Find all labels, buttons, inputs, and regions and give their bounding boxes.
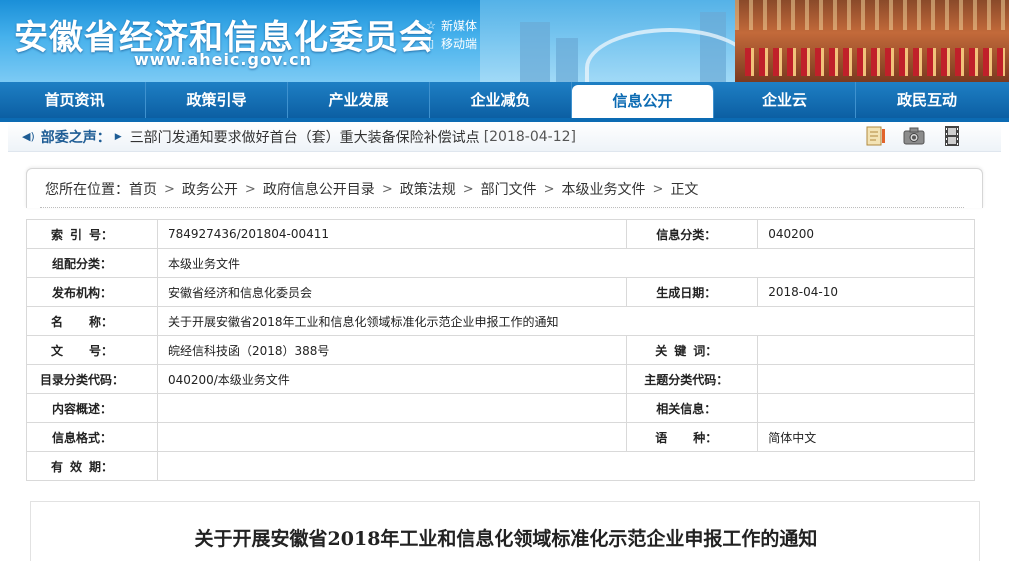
info-value-related [757,393,975,423]
nav-item-home[interactable]: 首页资讯 [4,82,146,118]
breadcrumb-dept-docs[interactable]: 部门文件 [481,179,537,199]
mobile-label: 移动端 [441,37,478,51]
star-icon: ☆ [426,19,436,32]
chevron-right-icon: > [244,181,256,197]
info-key-index: 索引号： [26,219,158,249]
site-header: 安徽省经济和信息化委员会 www.aheic.gov.cn ☆ 新媒体 ▯ 移动… [0,0,1009,82]
media-tools [863,124,965,148]
breadcrumb-regulations[interactable]: 政策法规 [400,179,456,199]
speaker-icon: ◀) [22,130,35,143]
info-value-gen-date: 2018-04-10 [757,277,975,307]
breadcrumb-current: 正文 [670,182,699,198]
nav-item-interaction[interactable]: 政民互动 [856,82,998,118]
info-value-keyword [757,335,975,365]
breadcrumb-home[interactable]: 首页 [129,179,157,199]
breadcrumb-catalog[interactable]: 政府信息公开目录 [263,179,375,199]
table-row: 信息格式： 语种： 简体中文 [26,422,975,452]
chevron-right-icon: > [164,181,175,197]
breadcrumb: 您所在位置： 首页 > 政务公开 > 政府信息公开目录 > 政策法规 > 部门文… [45,179,698,199]
info-value-catalog: 040200/本级业务文件 [156,364,628,394]
ticker-date: [2018-04-12] [483,128,576,145]
info-key-name: 名称： [26,306,158,336]
building-shape [556,38,578,82]
site-url[interactable]: www.aheic.gov.cn [134,50,312,69]
info-key-publisher: 发布机构： [26,277,158,307]
nav-item-policy[interactable]: 政策引导 [146,82,288,118]
camera-icon[interactable] [901,124,927,148]
table-row: 文号： 皖经信科技函（2018）388号 关键词： [26,335,975,365]
chevron-right-icon: > [543,181,555,197]
info-key-language: 语种： [626,422,759,452]
breadcrumb-prefix: 您所在位置： [45,182,129,198]
info-value-summary [156,393,628,423]
mobile-icon: ▯ [427,37,435,50]
info-key-topic: 主题分类代码： [626,364,759,394]
table-row: 名称： 关于开展安徽省2018年工业和信息化领域标准化示范企业申报工作的通知 [26,306,976,336]
info-value-topic [757,364,975,394]
ticker-news-link[interactable]: 三部门发通知要求做好首台（套）重大装备保险补偿试点 [130,127,480,147]
ticker-label: 部委之声： [40,129,111,146]
info-key-category: 信息分类： [626,219,759,249]
nav-item-industry[interactable]: 产业发展 [288,82,430,118]
info-key-group: 组配分类： [26,248,158,278]
table-row: 组配分类： 本级业务文件 [26,248,976,278]
info-value-group: 本级业务文件 [156,248,976,278]
ministry-ticker: ◀) 部委之声： ▶ 三部门发通知要求做好首台（套）重大装备保险补偿试点 [20… [8,122,1001,152]
info-value-docno: 皖经信科技函（2018）388号 [156,335,628,365]
nav-item-cloud[interactable]: 企业云 [714,82,856,118]
info-key-summary: 内容概述： [26,393,158,423]
table-row: 发布机构： 安徽省经济和信息化委员会 生成日期： 2018-04-10 [26,277,975,307]
new-media-link[interactable]: ☆ 新媒体 [425,17,477,34]
chevron-right-icon: > [462,181,474,197]
info-key-keyword: 关键词： [626,335,759,365]
info-key-catalog: 目录分类代码： [26,364,158,394]
breadcrumb-gov-affairs[interactable]: 政务公开 [182,179,238,199]
article-title: 关于开展安徽省2018年工业和信息化领域标准化示范企业申报工作的通知 [194,528,818,550]
info-key-format: 信息格式： [26,422,158,452]
info-value-category: 040200 [757,219,975,249]
chevron-right-icon: > [652,181,664,197]
info-value-language: 简体中文 [757,422,975,452]
info-key-docno: 文号： [26,335,158,365]
table-row: 有效期： [26,451,976,481]
info-value-name: 关于开展安徽省2018年工业和信息化领域标准化示范企业申报工作的通知 [156,306,976,336]
mobile-link[interactable]: ▯ 移动端 [425,35,477,52]
info-key-related: 相关信息： [626,393,759,423]
new-media-label: 新媒体 [441,19,478,33]
breadcrumb-divider [40,207,964,208]
table-row: 内容概述： 相关信息： [26,393,975,423]
breadcrumb-local-docs[interactable]: 本级业务文件 [562,179,646,199]
note-icon[interactable] [863,124,889,148]
main-nav: 首页资讯 政策引导 产业发展 企业减负 信息公开 企业云 政民互动 [0,82,1009,118]
info-key-validity: 有效期： [26,451,158,481]
building-shape [520,22,550,82]
info-key-gen-date: 生成日期： [626,277,759,307]
breadcrumb-box: 您所在位置： 首页 > 政务公开 > 政府信息公开目录 > 政策法规 > 部门文… [26,168,983,208]
nav-item-info-public[interactable]: 信息公开 [572,85,714,118]
info-value-format [156,422,628,452]
arrow-right-icon: ▶ [114,131,122,142]
info-value-index: 784927436/201804-00411 [156,219,628,249]
nav-item-burden[interactable]: 企业减负 [430,82,572,118]
table-row: 目录分类代码： 040200/本级业务文件 主题分类代码： [26,364,975,394]
film-icon[interactable] [939,124,965,148]
chevron-right-icon: > [381,181,393,197]
header-stage-photo [735,0,1009,82]
info-value-publisher: 安徽省经济和信息化委员会 [156,277,628,307]
document-info-table: 索引号： 784927436/201804-00411 信息分类： 040200… [26,219,976,481]
article-panel: 关于开展安徽省2018年工业和信息化领域标准化示范企业申报工作的通知 [30,501,980,561]
table-row: 索引号： 784927436/201804-00411 信息分类： 040200 [26,219,975,249]
info-value-validity [156,451,976,481]
